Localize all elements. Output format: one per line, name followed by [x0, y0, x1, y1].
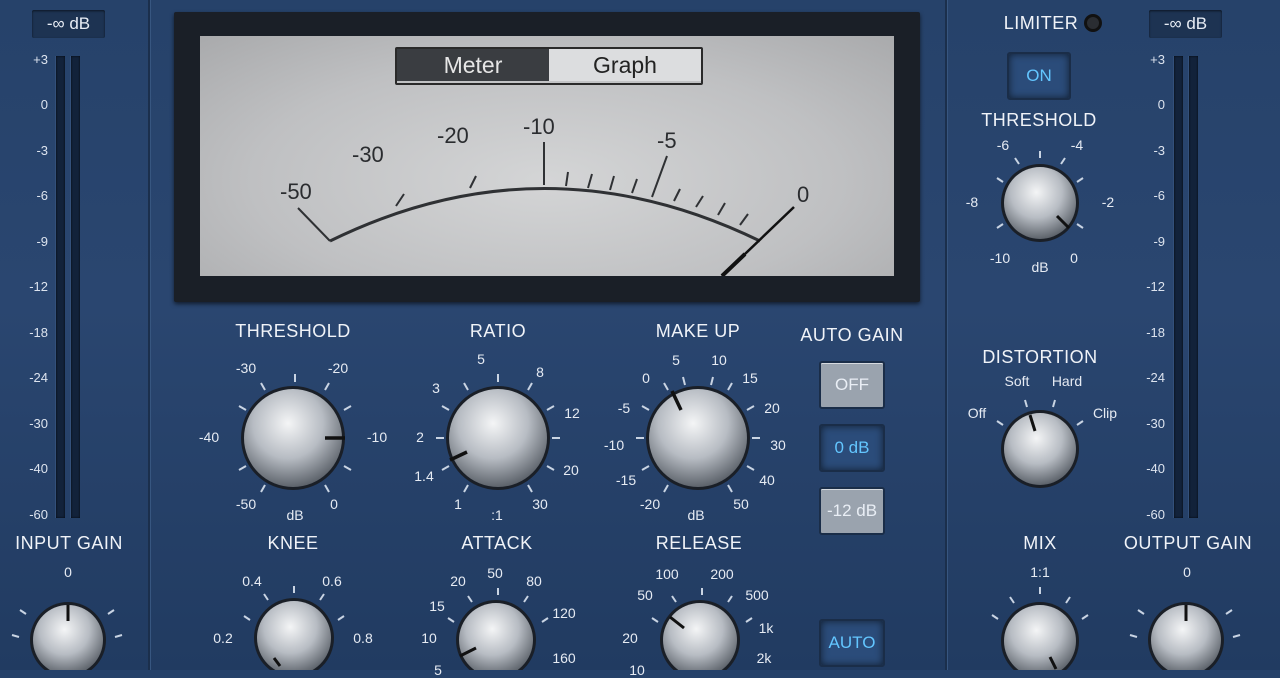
distortion-mark: Soft [1004, 373, 1030, 389]
limiter-led-icon [1084, 14, 1102, 32]
makeup-mark: 5 [672, 352, 680, 368]
mix-label: MIX [1023, 533, 1057, 553]
vu-scale-label: -30 [352, 142, 384, 167]
release-label: RELEASE [655, 533, 743, 553]
distortion-mark: Hard [1051, 373, 1083, 389]
output-scale-label: -60 [1146, 507, 1165, 522]
release-mark: 100 [655, 566, 679, 582]
knee-label: KNEE [267, 533, 319, 553]
limiter-threshold-knob[interactable] [985, 146, 1095, 256]
makeup-label: MAKE UP [655, 321, 741, 341]
release-knob[interactable] [644, 588, 760, 670]
input-scale-label: 0 [40, 97, 48, 112]
vu-scale-label: -5 [657, 128, 677, 153]
release-mark: 200 [710, 566, 734, 582]
input-scale-label: -30 [29, 416, 48, 431]
ratio-mark: 5 [477, 351, 485, 367]
output-scale-label: -40 [1146, 461, 1165, 476]
input-gain-mark: 0 [64, 564, 72, 580]
input-scale-label: -3 [36, 143, 48, 158]
input-gain-knob[interactable] [10, 585, 130, 670]
input-scale-label: -6 [36, 188, 48, 203]
output-gain-label: OUTPUT GAIN [1123, 533, 1253, 553]
ratio-knob[interactable] [428, 370, 568, 510]
threshold-knob[interactable] [225, 370, 365, 510]
vu-meter-dial: -50 -30 -20 -10 -5 0 [280, 114, 809, 276]
output-scale-label: +3 [1150, 52, 1165, 67]
attack-label: ATTACK [461, 533, 533, 553]
vu-scale-label: -10 [523, 114, 555, 139]
input-level-readout: -∞ dB [32, 10, 105, 38]
distortion-knob[interactable] [985, 393, 1095, 489]
auto-gain-label: AUTO GAIN [800, 325, 904, 345]
input-scale-label: -18 [29, 325, 48, 340]
output-scale-label: -12 [1146, 279, 1165, 294]
vu-scale-label: -50 [280, 179, 312, 204]
input-scale-label: +3 [33, 52, 48, 67]
limiter-label: LIMITER [1003, 13, 1079, 33]
auto-gain-0db-button[interactable]: 0 dB [819, 424, 885, 472]
makeup-knob[interactable] [628, 370, 768, 510]
attack-mark: 80 [526, 573, 542, 589]
input-scale-label: -40 [29, 461, 48, 476]
auto-gain-off-button[interactable]: OFF [819, 361, 885, 409]
attack-knob[interactable] [440, 588, 556, 670]
output-scale-label: -30 [1146, 416, 1165, 431]
attack-mark: 20 [450, 573, 466, 589]
threshold-label: THRESHOLD [235, 321, 351, 341]
output-gain-mark: 0 [1183, 564, 1191, 580]
mix-mark: 1:1 [1030, 564, 1050, 580]
output-scale-label: -9 [1153, 234, 1165, 249]
distortion-label: DISTORTION [982, 347, 1098, 367]
knee-knob[interactable] [236, 586, 352, 670]
input-meter-bar-right [70, 56, 80, 518]
vu-scale-label: 0 [797, 182, 809, 207]
output-scale-label: -24 [1146, 370, 1165, 385]
output-scale-label: -6 [1153, 188, 1165, 203]
input-scale-label: -24 [29, 370, 48, 385]
mix-knob[interactable] [984, 585, 1096, 670]
output-meter-bar-left [1173, 56, 1183, 518]
right-divider [945, 0, 947, 670]
input-scale-label: -60 [29, 507, 48, 522]
output-scale-label: -18 [1146, 325, 1165, 340]
output-level-readout: -∞ dB [1149, 10, 1222, 38]
output-scale-label: -3 [1153, 143, 1165, 158]
input-gain-label: INPUT GAIN [15, 533, 123, 553]
auto-release-button[interactable]: AUTO [819, 619, 885, 667]
limiter-threshold-label: THRESHOLD [981, 110, 1097, 130]
ratio-label: RATIO [469, 321, 527, 341]
auto-gain-minus12db-button[interactable]: -12 dB [819, 487, 885, 535]
output-scale-label: 0 [1157, 97, 1165, 112]
vu-scale-label: -20 [437, 123, 469, 148]
input-meter-bar-left [55, 56, 65, 518]
makeup-mark: 10 [711, 352, 727, 368]
limiter-on-button[interactable]: ON [1007, 52, 1071, 100]
input-scale-label: -12 [29, 279, 48, 294]
output-meter-bar-right [1188, 56, 1198, 518]
left-divider [148, 0, 150, 670]
output-gain-knob[interactable] [1128, 585, 1248, 670]
input-scale-label: -9 [36, 234, 48, 249]
